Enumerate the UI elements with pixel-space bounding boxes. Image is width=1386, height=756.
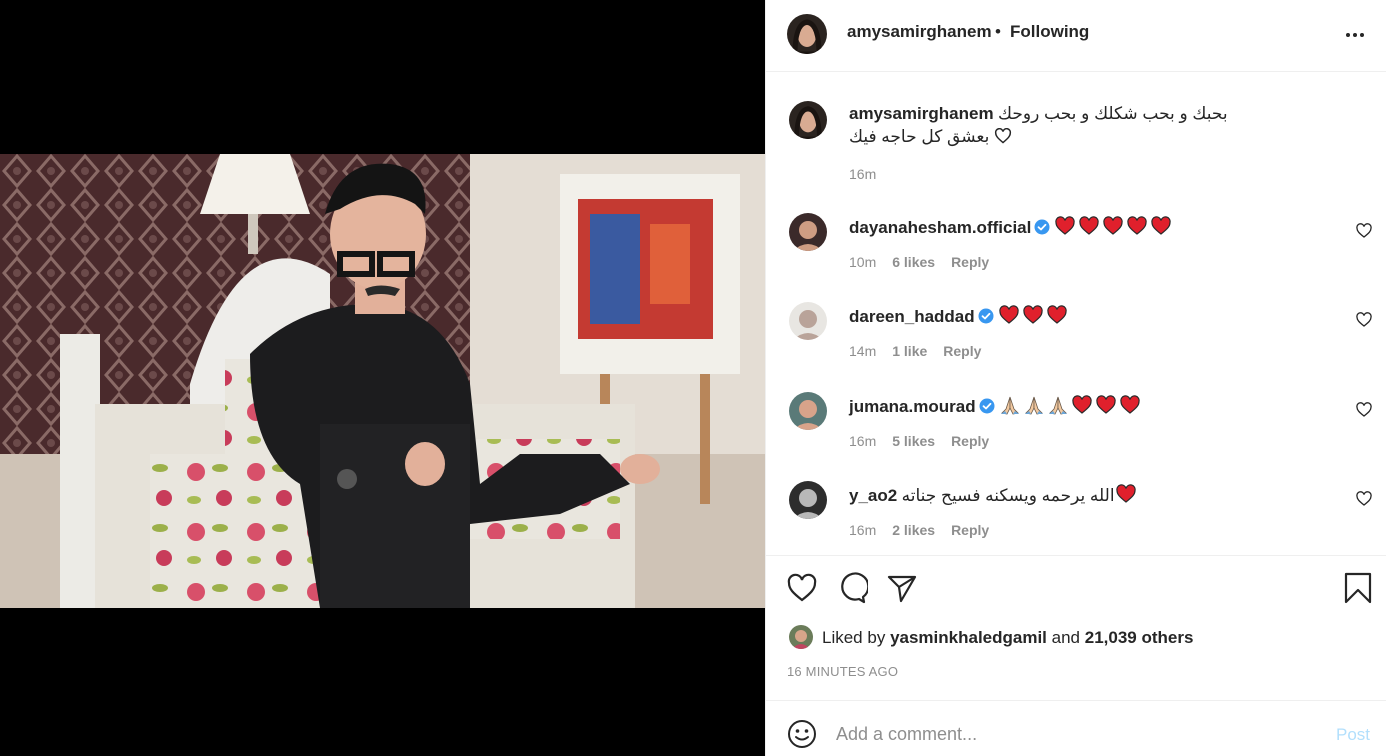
- comment-item: dareen_haddad 14m 1 like Reply: [766, 301, 1386, 371]
- commenter-avatar[interactable]: [789, 302, 827, 340]
- red-heart-icon: [1079, 216, 1100, 235]
- red-heart-icon: [1103, 216, 1124, 235]
- comment-like-icon[interactable]: [1356, 223, 1372, 239]
- post-media: [0, 0, 765, 756]
- comment-like-icon[interactable]: [1356, 312, 1372, 328]
- red-heart-icon: [1022, 305, 1043, 324]
- comment-emojis: [999, 395, 1143, 420]
- heart-icon[interactable]: [786, 572, 818, 604]
- author-avatar[interactable]: [787, 14, 827, 54]
- verified-icon: [979, 398, 995, 414]
- liker-username[interactable]: yasminkhaledgamil: [890, 628, 1047, 647]
- comment-emojis: [998, 305, 1070, 330]
- caption-username[interactable]: amysamirghanem: [849, 104, 994, 123]
- red-heart-icon: [1046, 305, 1067, 324]
- comment-likes[interactable]: 2 likes: [892, 522, 935, 538]
- more-icon[interactable]: [1344, 24, 1366, 46]
- commenter-avatar[interactable]: [789, 481, 827, 519]
- share-icon[interactable]: [886, 572, 918, 604]
- comment-emojis: [1115, 484, 1139, 509]
- likes-and: and: [1051, 628, 1081, 647]
- reply-button[interactable]: Reply: [951, 522, 989, 538]
- caption-text-line1: بحبك و بحب شكلك و بحب روحك: [998, 104, 1228, 123]
- add-comment-bar: Post: [766, 700, 1386, 756]
- verified-icon: [1034, 219, 1050, 235]
- post-caption: amysamirghanem بحبك و بحب شكلك و بحب روح…: [766, 100, 1386, 190]
- comment-item: jumana.mourad 16m 5 likes Reply: [766, 391, 1386, 461]
- caption-avatar[interactable]: [789, 101, 827, 139]
- comment-likes[interactable]: 1 like: [892, 343, 927, 359]
- comment-item: dayanahesham.official 10m 6 likes Reply: [766, 212, 1386, 282]
- red-heart-icon: [1115, 484, 1136, 503]
- red-heart-icon: [1071, 395, 1092, 414]
- red-heart-icon: [1095, 395, 1116, 414]
- likes-prefix: Liked by: [822, 628, 886, 647]
- commenter-avatar[interactable]: [789, 213, 827, 251]
- header-separator: •: [995, 22, 1001, 41]
- post-comment-button[interactable]: Post: [1336, 725, 1370, 745]
- commenter-username[interactable]: y_ao2: [849, 486, 897, 505]
- caption-text-line2: بعشق كل حاجه فيك: [849, 127, 990, 146]
- smiley-icon[interactable]: [787, 719, 817, 749]
- verified-icon: [978, 308, 994, 324]
- author-username[interactable]: amysamirghanem: [847, 22, 992, 42]
- comment-time[interactable]: 16m: [849, 522, 876, 538]
- commenter-username[interactable]: dareen_haddad: [849, 307, 975, 326]
- folded-hands-icon: [1024, 396, 1043, 415]
- likes-others-count[interactable]: 21,039 others: [1085, 628, 1194, 647]
- comment-like-icon[interactable]: [1356, 402, 1372, 418]
- post-timestamp[interactable]: 16 MINUTES AGO: [787, 664, 898, 679]
- comment-time[interactable]: 14m: [849, 343, 876, 359]
- comment-icon[interactable]: [836, 572, 868, 604]
- red-heart-icon: [1151, 216, 1172, 235]
- red-heart-icon: [1119, 395, 1140, 414]
- comment-item: y_ao2 الله يرحمه ويسكنه فسيح جناته 16m 2 l…: [766, 480, 1386, 550]
- comment-time[interactable]: 10m: [849, 254, 876, 270]
- folded-hands-icon: [1000, 396, 1019, 415]
- white-heart-icon: [994, 127, 1011, 144]
- comment-text: الله يرحمه ويسكنه فسيح جناته: [901, 486, 1115, 505]
- post-photo[interactable]: [0, 154, 765, 608]
- comment-likes[interactable]: 6 likes: [892, 254, 935, 270]
- folded-hands-icon: [1048, 396, 1067, 415]
- red-heart-icon: [1055, 216, 1076, 235]
- red-heart-icon: [1127, 216, 1148, 235]
- bookmark-icon[interactable]: [1342, 572, 1374, 604]
- commenter-username[interactable]: dayanahesham.official: [849, 218, 1031, 237]
- reply-button[interactable]: Reply: [943, 343, 981, 359]
- comment-time[interactable]: 16m: [849, 433, 876, 449]
- commenter-avatar[interactable]: [789, 392, 827, 430]
- post-sidebar: amysamirghanem • Following amysamirghane…: [765, 0, 1386, 756]
- caption-time: 16m: [849, 166, 877, 182]
- commenter-username[interactable]: jumana.mourad: [849, 397, 976, 416]
- post-header: amysamirghanem • Following: [766, 0, 1386, 72]
- comment-like-icon[interactable]: [1356, 491, 1372, 507]
- comment-emojis: [1054, 216, 1174, 241]
- comment-likes[interactable]: 5 likes: [892, 433, 935, 449]
- following-button[interactable]: Following: [1010, 22, 1089, 42]
- red-heart-icon: [998, 305, 1019, 324]
- liker-avatar[interactable]: [789, 625, 813, 649]
- reply-button[interactable]: Reply: [951, 254, 989, 270]
- reply-button[interactable]: Reply: [951, 433, 989, 449]
- add-comment-input[interactable]: [836, 719, 1306, 749]
